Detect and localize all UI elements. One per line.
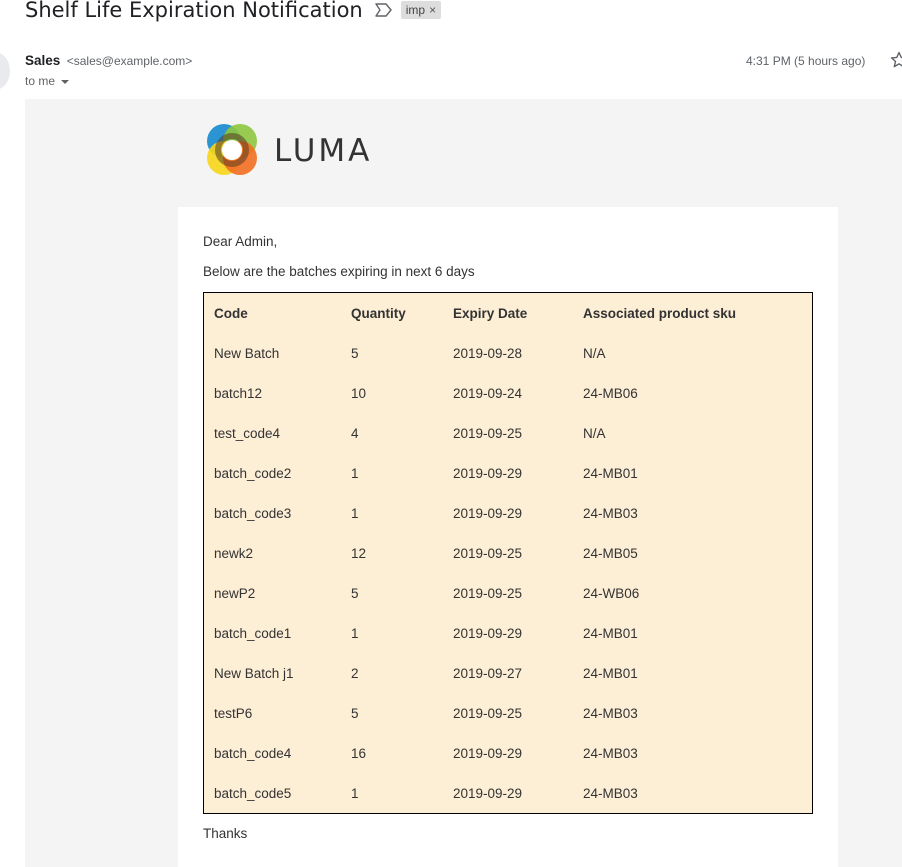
table-row: test_code4 4 2019-09-25 N/A (204, 413, 813, 453)
intro-text: Below are the batches expiring in next 6… (203, 264, 475, 279)
email-timestamp: 4:31 PM (5 hours ago) (746, 54, 866, 68)
cell-quantity: 16 (351, 745, 367, 761)
star-icon[interactable] (890, 51, 902, 69)
cell-sku: 24-MB03 (583, 785, 638, 801)
cell-code: testP6 (214, 705, 253, 721)
chevron-down-icon[interactable] (61, 79, 70, 84)
cell-quantity: 1 (351, 785, 359, 801)
cell-sku: 24-MB03 (583, 705, 638, 721)
sender-email: <sales@example.com> (66, 54, 193, 68)
cell-expiry-date: 2019-09-29 (453, 505, 523, 521)
cell-expiry-date: 2019-09-29 (453, 785, 523, 801)
cell-expiry-date: 2019-09-29 (453, 745, 523, 761)
sender-info: Sales <sales@example.com> to me (25, 52, 192, 88)
table-header-row: Code Quantity Expiry Date Associated pro… (204, 293, 813, 334)
sender-name[interactable]: Sales (25, 53, 60, 68)
cell-code: newk2 (214, 545, 254, 561)
cell-quantity: 1 (351, 465, 359, 481)
cell-expiry-date: 2019-09-25 (453, 425, 523, 441)
label-chip-text: imp (405, 2, 426, 17)
greeting: Dear Admin, (203, 234, 278, 249)
remove-label-button[interactable]: × (429, 3, 436, 17)
cell-sku: N/A (583, 345, 606, 361)
cell-quantity: 5 (351, 705, 359, 721)
cell-quantity: 1 (351, 625, 359, 641)
recipients-label: to me (25, 74, 56, 88)
cell-expiry-date: 2019-09-27 (453, 665, 523, 681)
closing-text: Thanks (203, 826, 248, 841)
cell-expiry-date: 2019-09-28 (453, 345, 523, 361)
cell-expiry-date: 2019-09-24 (453, 385, 523, 401)
column-header-quantity: Quantity (351, 305, 406, 321)
cell-code: batch_code3 (214, 505, 292, 521)
luma-logo-icon (207, 124, 257, 175)
cell-sku: 24-MB05 (583, 545, 638, 561)
cell-sku: 24-MB06 (583, 385, 638, 401)
table-row: batch_code2 1 2019-09-29 24-MB01 (204, 453, 813, 493)
cell-sku: 24-MB03 (583, 505, 638, 521)
cell-code: New Batch j1 (214, 665, 294, 681)
cell-sku: 24-MB01 (583, 465, 638, 481)
cell-expiry-date: 2019-09-29 (453, 465, 523, 481)
cell-quantity: 1 (351, 505, 359, 521)
table-row: batch_code1 1 2019-09-29 24-MB01 (204, 613, 813, 653)
cell-code: batch_code4 (214, 745, 292, 761)
column-header-code: Code (214, 305, 248, 321)
cell-quantity: 5 (351, 585, 359, 601)
cell-sku: 24-MB01 (583, 625, 638, 641)
column-header-sku: Associated product sku (583, 305, 737, 321)
label-chip-imp[interactable]: imp × (400, 1, 442, 19)
cell-expiry-date: 2019-09-29 (453, 625, 523, 641)
table-row: batch_code5 1 2019-09-29 24-MB03 (204, 773, 813, 814)
table-row: batch_code4 16 2019-09-29 24-MB03 (204, 733, 813, 773)
cell-code: batch_code1 (214, 625, 292, 641)
cell-code: newP2 (214, 585, 256, 601)
cell-quantity: 2 (351, 665, 359, 681)
table-row: New Batch 5 2019-09-28 N/A (204, 333, 813, 373)
cell-quantity: 5 (351, 345, 359, 361)
column-header-expiry-date: Expiry Date (453, 305, 528, 321)
batch-table: Code Quantity Expiry Date Associated pro… (203, 292, 813, 814)
cell-expiry-date: 2019-09-25 (453, 545, 523, 561)
email-content-card: Dear Admin, Below are the batches expiri… (178, 207, 838, 867)
avatar[interactable] (0, 52, 10, 90)
email-subject: Shelf Life Expiration Notification (25, 0, 363, 22)
cell-code: batch12 (214, 385, 263, 401)
email-header: Shelf Life Expiration Notification imp × (25, 0, 442, 26)
cell-expiry-date: 2019-09-25 (453, 585, 523, 601)
recipients-toggle[interactable]: to me (25, 74, 192, 88)
importance-marker-icon[interactable] (375, 2, 393, 18)
cell-code: test_code4 (214, 425, 281, 441)
table-row: New Batch j1 2 2019-09-27 24-MB01 (204, 653, 813, 693)
table-row: testP6 5 2019-09-25 24-MB03 (204, 693, 813, 733)
table-row: batch_code3 1 2019-09-29 24-MB03 (204, 493, 813, 533)
cell-sku: 24-MB01 (583, 665, 638, 681)
cell-quantity: 12 (351, 545, 367, 561)
cell-sku: 24-WB06 (583, 585, 640, 601)
brand-name: LUMA (274, 133, 373, 169)
table-row: batch12 10 2019-09-24 24-MB06 (204, 373, 813, 413)
cell-quantity: 4 (351, 425, 359, 441)
cell-code: batch_code2 (214, 465, 292, 481)
brand-logo: LUMA (204, 123, 372, 179)
table-row: newP2 5 2019-09-25 24-WB06 (204, 573, 813, 613)
cell-sku: N/A (583, 425, 606, 441)
table-row: newk2 12 2019-09-25 24-MB05 (204, 533, 813, 573)
cell-quantity: 10 (351, 385, 367, 401)
cell-code: batch_code5 (214, 785, 292, 801)
cell-expiry-date: 2019-09-25 (453, 705, 523, 721)
cell-code: New Batch (214, 345, 280, 361)
cell-sku: 24-MB03 (583, 745, 638, 761)
